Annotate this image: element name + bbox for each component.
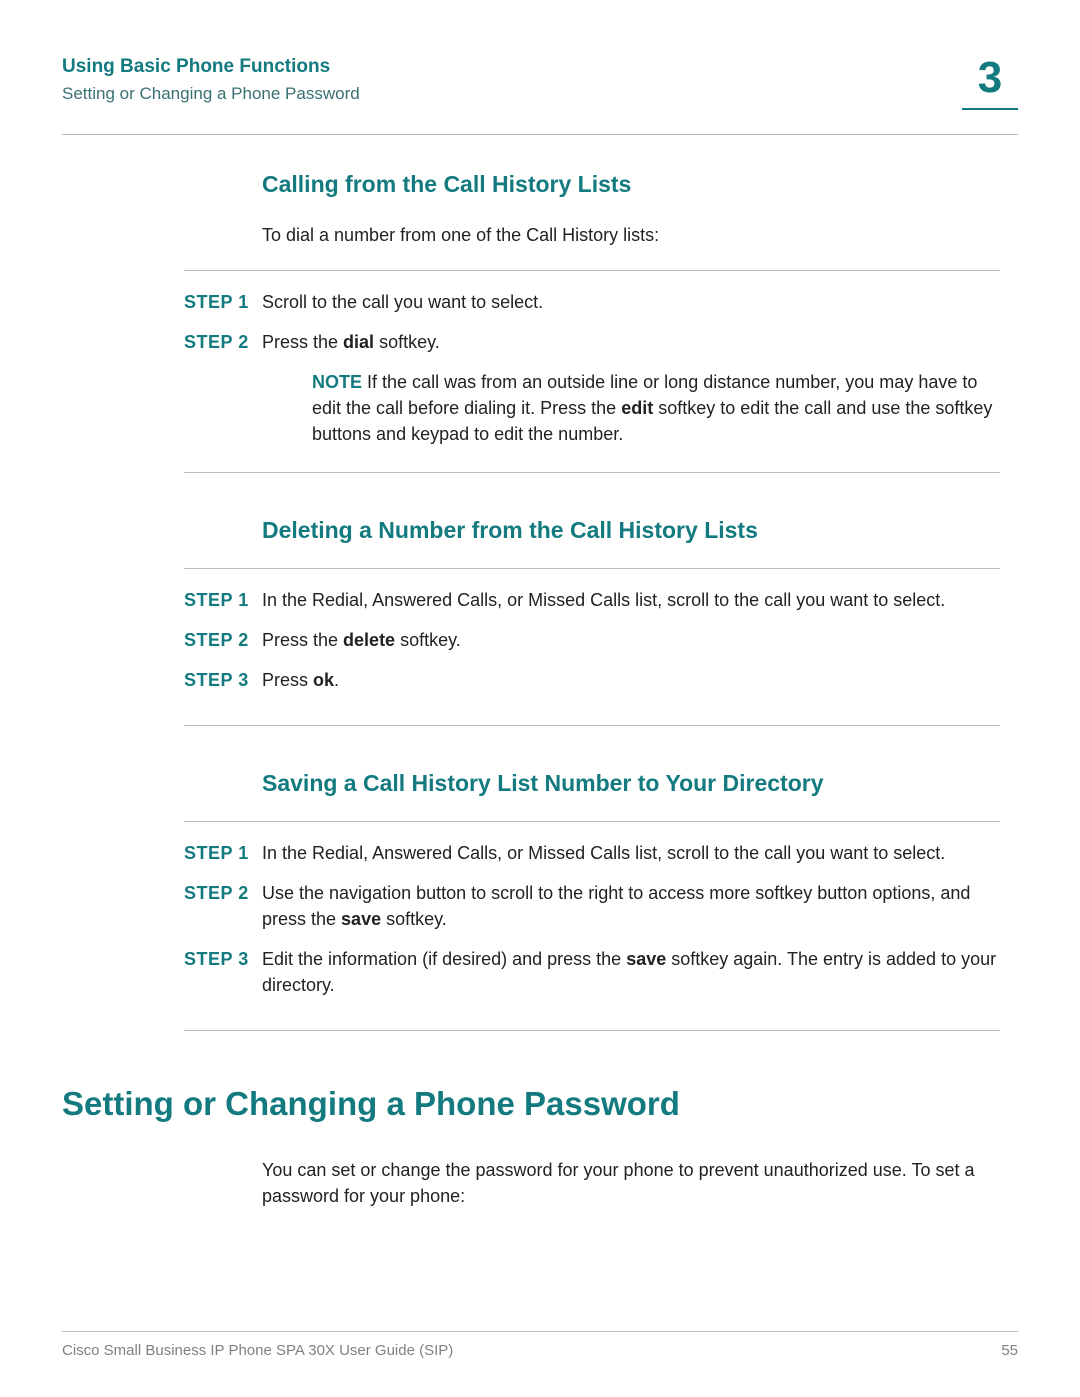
page-footer: Cisco Small Business IP Phone SPA 30X Us… (62, 1331, 1018, 1359)
step-row: STEP 3 Press ok. (184, 667, 1000, 693)
step-text: Press ok. (262, 667, 1000, 693)
step-row: STEP 1 In the Redial, Answered Calls, or… (184, 840, 1000, 866)
step-list: STEP 1 In the Redial, Answered Calls, or… (184, 821, 1000, 1031)
step-row: STEP 2 Press the delete softkey. (184, 627, 1000, 653)
section-saving-to-directory: Saving a Call History List Number to You… (262, 770, 1000, 1031)
step-label: STEP 2 (184, 627, 262, 653)
chapter-number-box: 3 (962, 56, 1018, 110)
subheading: Saving a Call History List Number to You… (262, 770, 1000, 797)
chapter-title: Using Basic Phone Functions (62, 56, 360, 78)
step-text: In the Redial, Answered Calls, or Missed… (262, 840, 1000, 866)
step-text: Scroll to the call you want to select. (262, 289, 1000, 315)
step-label: STEP 2 (184, 329, 262, 355)
step-label: STEP 1 (184, 289, 262, 315)
section-calling-from-history: Calling from the Call History Lists To d… (262, 171, 1000, 473)
step-row: STEP 2 Press the dial softkey. (184, 329, 1000, 355)
section-password-body: You can set or change the password for y… (262, 1157, 1000, 1209)
step-text: Edit the information (if desired) and pr… (262, 946, 1000, 998)
chapter-number-underline (962, 108, 1018, 110)
note-label: NOTE (312, 372, 362, 392)
step-row: STEP 2 Use the navigation button to scro… (184, 880, 1000, 932)
chapter-number: 3 (962, 56, 1018, 100)
step-label: STEP 3 (184, 946, 262, 998)
step-text: Press the delete softkey. (262, 627, 1000, 653)
intro-text: You can set or change the password for y… (262, 1157, 1000, 1209)
note-text: If the call was from an outside line or … (312, 372, 992, 444)
page-header: Using Basic Phone Functions Setting or C… (62, 56, 1018, 110)
section-deleting-from-history: Deleting a Number from the Call History … (262, 517, 1000, 726)
subheading: Deleting a Number from the Call History … (262, 517, 1000, 544)
step-row: STEP 3 Edit the information (if desired)… (184, 946, 1000, 998)
step-row: STEP 1 In the Redial, Answered Calls, or… (184, 587, 1000, 613)
step-label: STEP 2 (184, 880, 262, 932)
page: Using Basic Phone Functions Setting or C… (0, 0, 1080, 1397)
page-number: 55 (1001, 1342, 1018, 1359)
breadcrumb: Setting or Changing a Phone Password (62, 84, 360, 104)
subheading: Calling from the Call History Lists (262, 171, 1000, 198)
step-label: STEP 1 (184, 587, 262, 613)
step-text: Use the navigation button to scroll to t… (262, 880, 1000, 932)
note: NOTE If the call was from an outside lin… (312, 369, 1000, 447)
step-text: Press the dial softkey. (262, 329, 1000, 355)
step-label: STEP 3 (184, 667, 262, 693)
section-heading-password: Setting or Changing a Phone Password (62, 1085, 1018, 1123)
footer-title: Cisco Small Business IP Phone SPA 30X Us… (62, 1342, 453, 1359)
intro-text: To dial a number from one of the Call Hi… (262, 222, 1000, 248)
step-row: STEP 1 Scroll to the call you want to se… (184, 289, 1000, 315)
step-list: STEP 1 Scroll to the call you want to se… (184, 270, 1000, 472)
header-rule (62, 134, 1018, 135)
step-list: STEP 1 In the Redial, Answered Calls, or… (184, 568, 1000, 726)
header-left: Using Basic Phone Functions Setting or C… (62, 56, 360, 104)
step-label: STEP 1 (184, 840, 262, 866)
step-text: In the Redial, Answered Calls, or Missed… (262, 587, 1000, 613)
